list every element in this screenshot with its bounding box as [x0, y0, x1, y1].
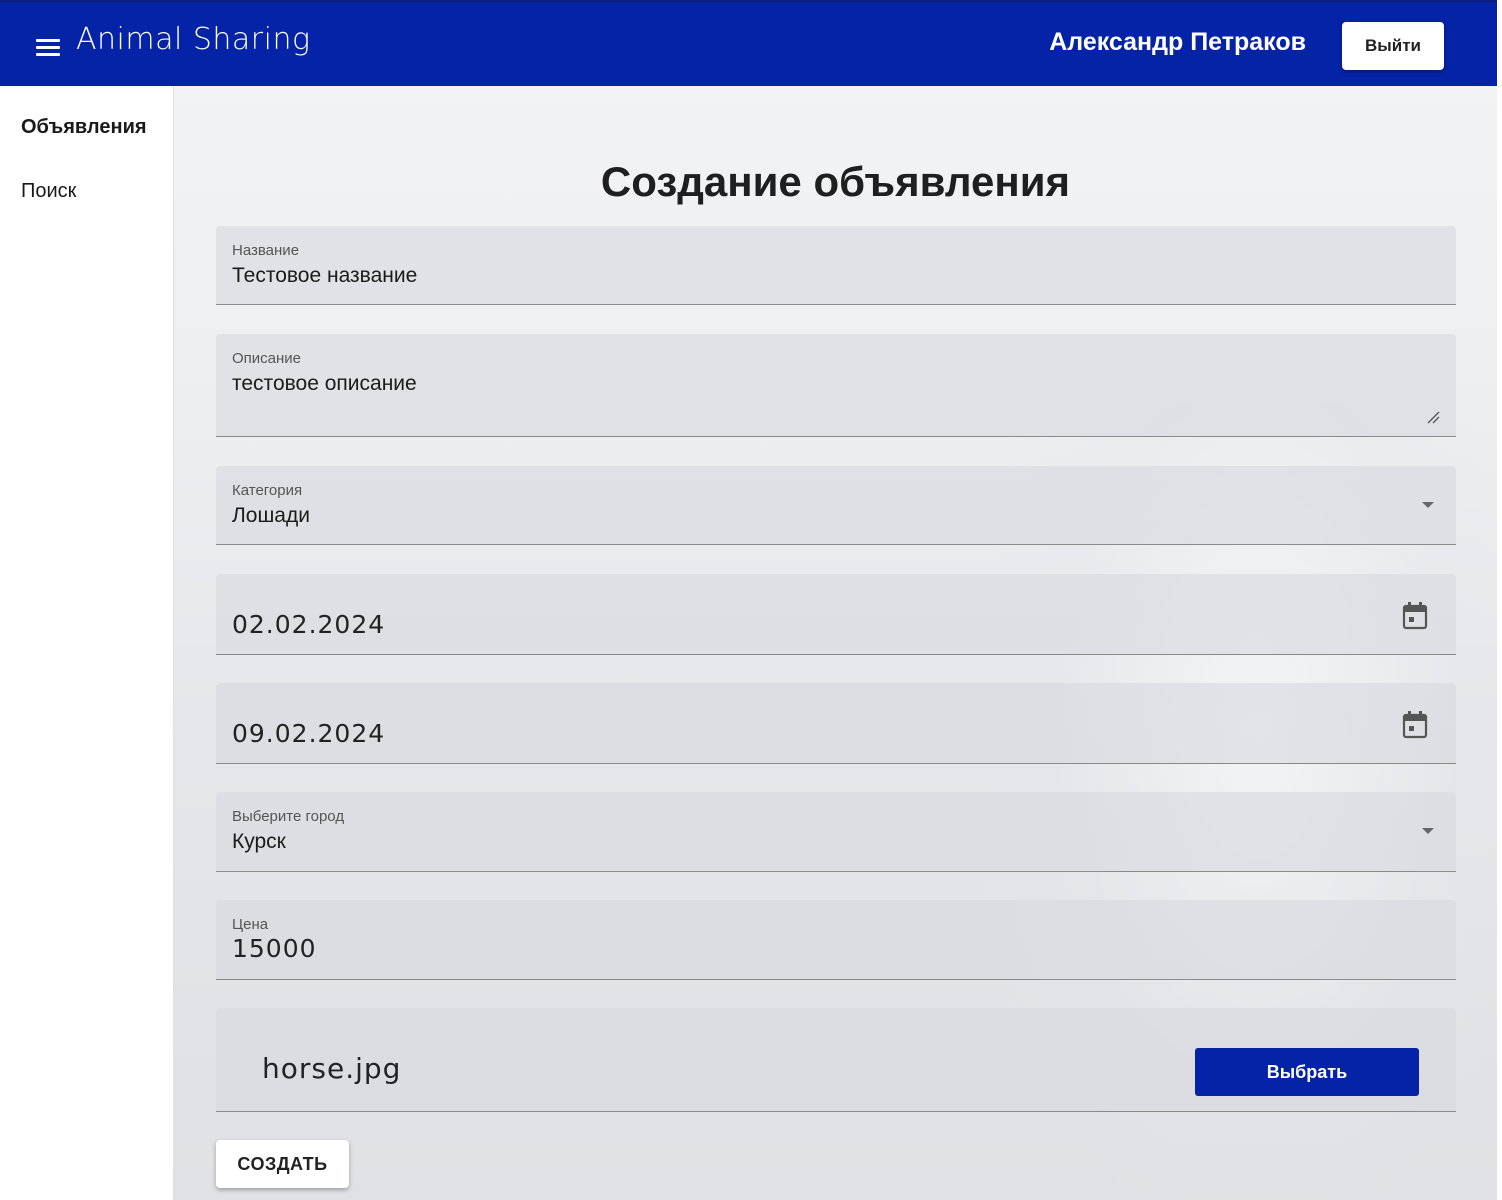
category-select-label: Категория: [232, 482, 303, 499]
start-date-value: 02.02.2024: [232, 610, 386, 639]
category-select-value: Лошади: [232, 504, 310, 527]
sidebar: Объявления Поиск: [0, 86, 174, 1200]
page-title: Создание объявления: [600, 158, 1071, 205]
end-date-field[interactable]: 09.02.2024: [216, 683, 1456, 764]
chevron-down-icon[interactable]: [1422, 502, 1434, 508]
start-date-field[interactable]: 02.02.2024: [216, 574, 1456, 655]
file-name: horse.jpg: [262, 1052, 402, 1085]
name-field-label: Название: [232, 242, 300, 259]
category-select[interactable]: Категория Лошади: [216, 466, 1456, 545]
price-field-label: Цена: [232, 916, 269, 933]
calendar-icon[interactable]: [1402, 602, 1428, 630]
create-button[interactable]: СОЗДАТЬ: [216, 1140, 349, 1188]
price-field-value: 15000: [232, 934, 317, 963]
description-field-label: Описание: [232, 350, 302, 367]
window-edge: [1497, 0, 1502, 1200]
description-field-value: тестовое описание: [232, 372, 417, 395]
price-field[interactable]: Цена 15000: [216, 900, 1456, 980]
main-content: Создание объявления Название Тестовое на…: [174, 86, 1497, 1200]
app-title: Animal Sharing: [76, 22, 311, 57]
menu-icon[interactable]: [34, 36, 62, 56]
file-upload-field: horse.jpg Выбрать: [216, 1008, 1456, 1112]
choose-file-button[interactable]: Выбрать: [1195, 1048, 1419, 1096]
end-date-value: 09.02.2024: [232, 719, 386, 748]
sidebar-item-search[interactable]: Поиск: [21, 180, 76, 203]
description-field[interactable]: Описание тестовое описание: [216, 334, 1456, 437]
top-app-bar: Animal Sharing Александр Петраков Выйти: [0, 0, 1497, 86]
city-select[interactable]: Выберите город Курск: [216, 792, 1456, 872]
user-name: Александр Петраков: [1049, 28, 1306, 56]
calendar-icon[interactable]: [1402, 711, 1428, 739]
name-field-value: Тестовое название: [232, 264, 418, 287]
city-select-label: Выберите город: [232, 808, 345, 825]
logout-button[interactable]: Выйти: [1342, 22, 1444, 70]
chevron-down-icon[interactable]: [1422, 828, 1434, 834]
city-select-value: Курск: [232, 830, 286, 853]
name-field[interactable]: Название Тестовое название: [216, 226, 1456, 305]
resize-handle-icon[interactable]: [1426, 410, 1440, 424]
sidebar-item-ads[interactable]: Объявления: [21, 116, 147, 139]
